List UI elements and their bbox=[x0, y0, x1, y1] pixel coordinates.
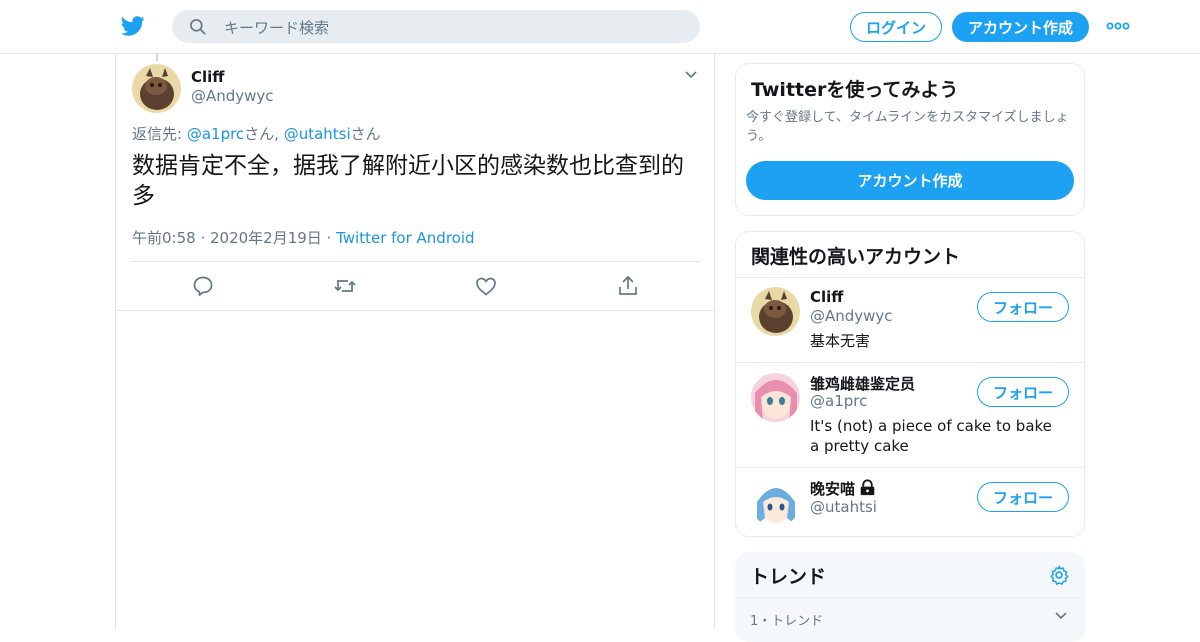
account-name[interactable]: 雏鸡雌雄鉴定员 bbox=[810, 373, 915, 394]
reply-suffix: さん, bbox=[244, 125, 284, 143]
account-name[interactable]: 晚安喵 bbox=[810, 478, 855, 499]
follow-button[interactable]: フォロー bbox=[977, 482, 1069, 512]
anime-girl-avatar-icon bbox=[751, 373, 800, 422]
signup-card-button[interactable]: アカウント作成 bbox=[746, 161, 1074, 200]
search-icon bbox=[190, 19, 206, 35]
account-bio: 基本无害 bbox=[810, 332, 871, 350]
divider bbox=[736, 362, 1084, 363]
avatar[interactable] bbox=[751, 373, 800, 422]
trends-title: トレンド bbox=[750, 566, 827, 588]
like-icon[interactable] bbox=[474, 274, 498, 298]
share-icon[interactable] bbox=[616, 274, 640, 298]
more-options-icon[interactable] bbox=[1106, 18, 1130, 34]
account-bio: It's (not) a piece of cake to bake a pre… bbox=[810, 417, 1052, 455]
twitter-logo-icon[interactable] bbox=[120, 14, 146, 38]
search-input[interactable] bbox=[222, 10, 686, 45]
avatar[interactable] bbox=[751, 287, 800, 336]
cat-avatar-icon bbox=[751, 287, 800, 336]
chevron-down-icon[interactable] bbox=[1053, 610, 1069, 622]
retweet-icon[interactable] bbox=[333, 274, 357, 298]
reply-icon[interactable] bbox=[191, 274, 215, 298]
chevron-down-icon[interactable] bbox=[683, 69, 699, 81]
reply-user-link[interactable]: @utahtsi bbox=[284, 125, 351, 143]
tweet-time[interactable]: 午前0:58 · 2020年2月19日 · bbox=[132, 229, 336, 247]
signup-button[interactable]: アカウント作成 bbox=[952, 12, 1089, 42]
account-name[interactable]: Cliff bbox=[810, 288, 843, 306]
lock-icon bbox=[860, 479, 875, 496]
gear-icon[interactable] bbox=[1048, 564, 1070, 586]
related-accounts-card: 関連性の高いアカウント Cliff @Andywyc 基本无害 フォロー 雏鸡雌… bbox=[735, 231, 1085, 537]
author-handle[interactable]: @Andywyc bbox=[191, 87, 274, 105]
avatar[interactable] bbox=[751, 478, 800, 527]
signup-card-title: Twitterを使ってみよう bbox=[751, 79, 959, 101]
tweet-actions bbox=[116, 262, 714, 310]
trend-item-meta[interactable]: 1・トレンド bbox=[750, 610, 823, 629]
tweet-timestamp: 午前0:58 · 2020年2月19日 · Twitter for Androi… bbox=[132, 227, 475, 248]
reply-prefix: 返信先: bbox=[132, 125, 187, 143]
main-column: Cliff @Andywyc 返信先: @a1prcさん, @utahtsiさん… bbox=[115, 53, 715, 630]
divider bbox=[736, 277, 1084, 278]
tweet-source-link[interactable]: Twitter for Android bbox=[336, 229, 474, 247]
search-bar[interactable] bbox=[172, 10, 700, 45]
divider bbox=[735, 597, 1083, 598]
divider bbox=[736, 467, 1084, 468]
trends-card: トレンド 1・トレンド bbox=[735, 552, 1085, 642]
divider bbox=[116, 310, 714, 311]
signup-card-subtitle: 今すぐ登録して、タイムラインをカスタマイズしましょう。 bbox=[746, 110, 1069, 144]
anime-girl-avatar-icon bbox=[751, 478, 800, 527]
reply-suffix: さん bbox=[350, 125, 381, 143]
follow-button[interactable]: フォロー bbox=[977, 292, 1069, 322]
thread-connector bbox=[156, 53, 158, 61]
reply-to-line: 返信先: @a1prcさん, @utahtsiさん bbox=[132, 123, 381, 144]
signup-card: Twitterを使ってみよう 今すぐ登録して、タイムラインをカスタマイズしましょ… bbox=[735, 63, 1085, 216]
top-bar: ログイン アカウント作成 bbox=[0, 0, 1200, 54]
login-button[interactable]: ログイン bbox=[850, 12, 942, 42]
reply-user-link[interactable]: @a1prc bbox=[187, 125, 244, 143]
author-name[interactable]: Cliff bbox=[191, 68, 224, 86]
cat-avatar-icon bbox=[132, 64, 181, 113]
account-handle[interactable]: @Andywyc bbox=[810, 307, 893, 325]
related-accounts-title: 関連性の高いアカウント bbox=[751, 246, 961, 268]
avatar[interactable] bbox=[132, 64, 181, 113]
tweet-text: 数据肯定不全，据我了解附近小区的感染数也比查到的多 bbox=[132, 153, 684, 209]
account-handle[interactable]: @a1prc bbox=[810, 392, 867, 410]
account-handle[interactable]: @utahtsi bbox=[810, 498, 877, 516]
follow-button[interactable]: フォロー bbox=[977, 377, 1069, 407]
